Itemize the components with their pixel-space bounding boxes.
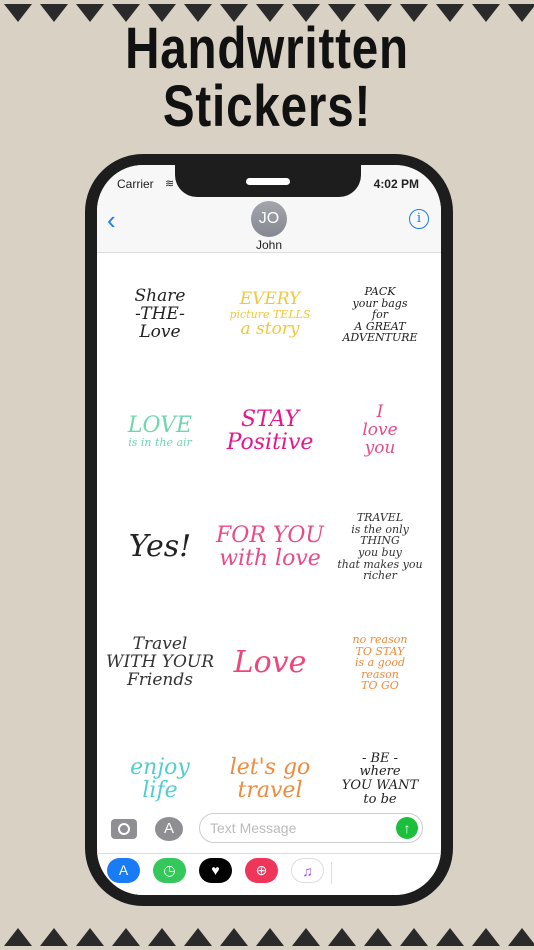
app-drawer: A ◷ ♥ ⊕ ♫ xyxy=(97,853,441,895)
sticker-text: no reason xyxy=(352,633,408,647)
messages-screen: Carrier ≋ 4:02 PM ‹ JO John i Share -THE-… xyxy=(97,165,441,895)
app-store-icon[interactable]: A xyxy=(107,858,140,883)
sticker-text: Love xyxy=(233,645,307,681)
contact-avatar[interactable]: JO xyxy=(251,201,287,237)
contact-name[interactable]: John xyxy=(97,238,441,252)
title-line-2: Stickers! xyxy=(162,74,372,139)
send-button[interactable]: ↑ xyxy=(396,817,418,839)
sticker[interactable]: LOVE is in the air xyxy=(105,373,215,489)
text-message-input[interactable]: Text Message ↑ xyxy=(199,813,423,843)
input-placeholder: Text Message xyxy=(210,820,297,836)
sticker-text: you buy xyxy=(358,546,402,559)
sticker-text: YOU WANT xyxy=(341,778,419,793)
sticker[interactable]: STAY Positive xyxy=(215,373,325,489)
sticker[interactable]: TRAVEL is the only THING you buy that makes … xyxy=(325,489,435,605)
sticker-text: Yes! xyxy=(128,529,192,565)
sticker-text: ADVENTURE xyxy=(342,331,418,345)
promo-title: Handwritten Stickers! xyxy=(48,20,486,136)
sticker[interactable]: EVERY picture TELLS a story xyxy=(215,257,325,373)
sticker[interactable]: Love xyxy=(215,605,325,721)
sticker[interactable]: Yes! xyxy=(105,489,215,605)
sticker-text: Friends xyxy=(127,669,193,690)
sticker-text: where xyxy=(359,764,401,780)
tray-divider xyxy=(331,862,332,884)
back-button[interactable]: ‹ xyxy=(107,205,116,236)
sticker-text: PACK xyxy=(364,285,396,299)
wifi-icon: ≋ xyxy=(165,178,175,190)
status-time: 4:02 PM xyxy=(373,177,419,191)
sticker[interactable]: Share -THE- Love xyxy=(105,257,215,373)
sticker-text: let's go xyxy=(229,754,311,780)
sticker-text: to be xyxy=(363,791,397,807)
carrier-label: Carrier xyxy=(117,177,154,191)
digital-touch-icon[interactable]: ♥ xyxy=(199,858,232,883)
sticker-text: a story xyxy=(240,318,300,339)
music-icon[interactable]: ♫ xyxy=(291,858,324,883)
sticker-text: Positive xyxy=(226,430,314,455)
recents-icon[interactable]: ◷ xyxy=(153,858,186,883)
camera-icon[interactable] xyxy=(111,819,137,839)
phone-frame: Carrier ≋ 4:02 PM ‹ JO John i Share -THE-… xyxy=(85,154,453,906)
input-bar: A Text Message ↑ xyxy=(97,811,441,853)
sticker-text: LOVE xyxy=(127,412,193,438)
sticker[interactable]: no reason TO STAY is a good reason TO GO xyxy=(325,605,435,721)
info-icon[interactable]: i xyxy=(409,209,429,229)
sticker-text: richer xyxy=(363,569,397,583)
sticker[interactable]: PACK your bags for A GREAT ADVENTURE xyxy=(325,257,435,373)
image-search-icon[interactable]: ⊕ xyxy=(245,858,278,883)
sticker-text: with love xyxy=(219,546,321,571)
sticker-text: you xyxy=(364,437,396,458)
sticker-text: enjoy xyxy=(130,754,190,780)
sticker-grid: Share -THE- Love EVERY picture TELLS a story P… xyxy=(105,257,435,837)
sticker-text: Love xyxy=(139,321,181,342)
sticker-text: is in the air xyxy=(128,435,192,449)
sticker-text: - BE - xyxy=(361,750,399,766)
apps-icon[interactable]: A xyxy=(155,817,183,841)
sticker-text: TO GO xyxy=(361,679,399,693)
sticker-text: FOR YOU xyxy=(216,522,324,548)
triangle-border-bottom xyxy=(0,924,534,950)
sticker-text: life xyxy=(142,778,178,803)
sticker[interactable]: Ilove you xyxy=(325,373,435,489)
sticker[interactable]: FOR YOU with love xyxy=(215,489,325,605)
sticker-text: EVERY xyxy=(239,289,301,310)
title-line-1: Handwritten xyxy=(125,16,409,81)
notch xyxy=(175,165,361,197)
sticker-text: travel xyxy=(237,778,303,803)
sticker[interactable]: Travel WITH YOUR Friends xyxy=(105,605,215,721)
sticker-text: STAY xyxy=(240,406,300,432)
